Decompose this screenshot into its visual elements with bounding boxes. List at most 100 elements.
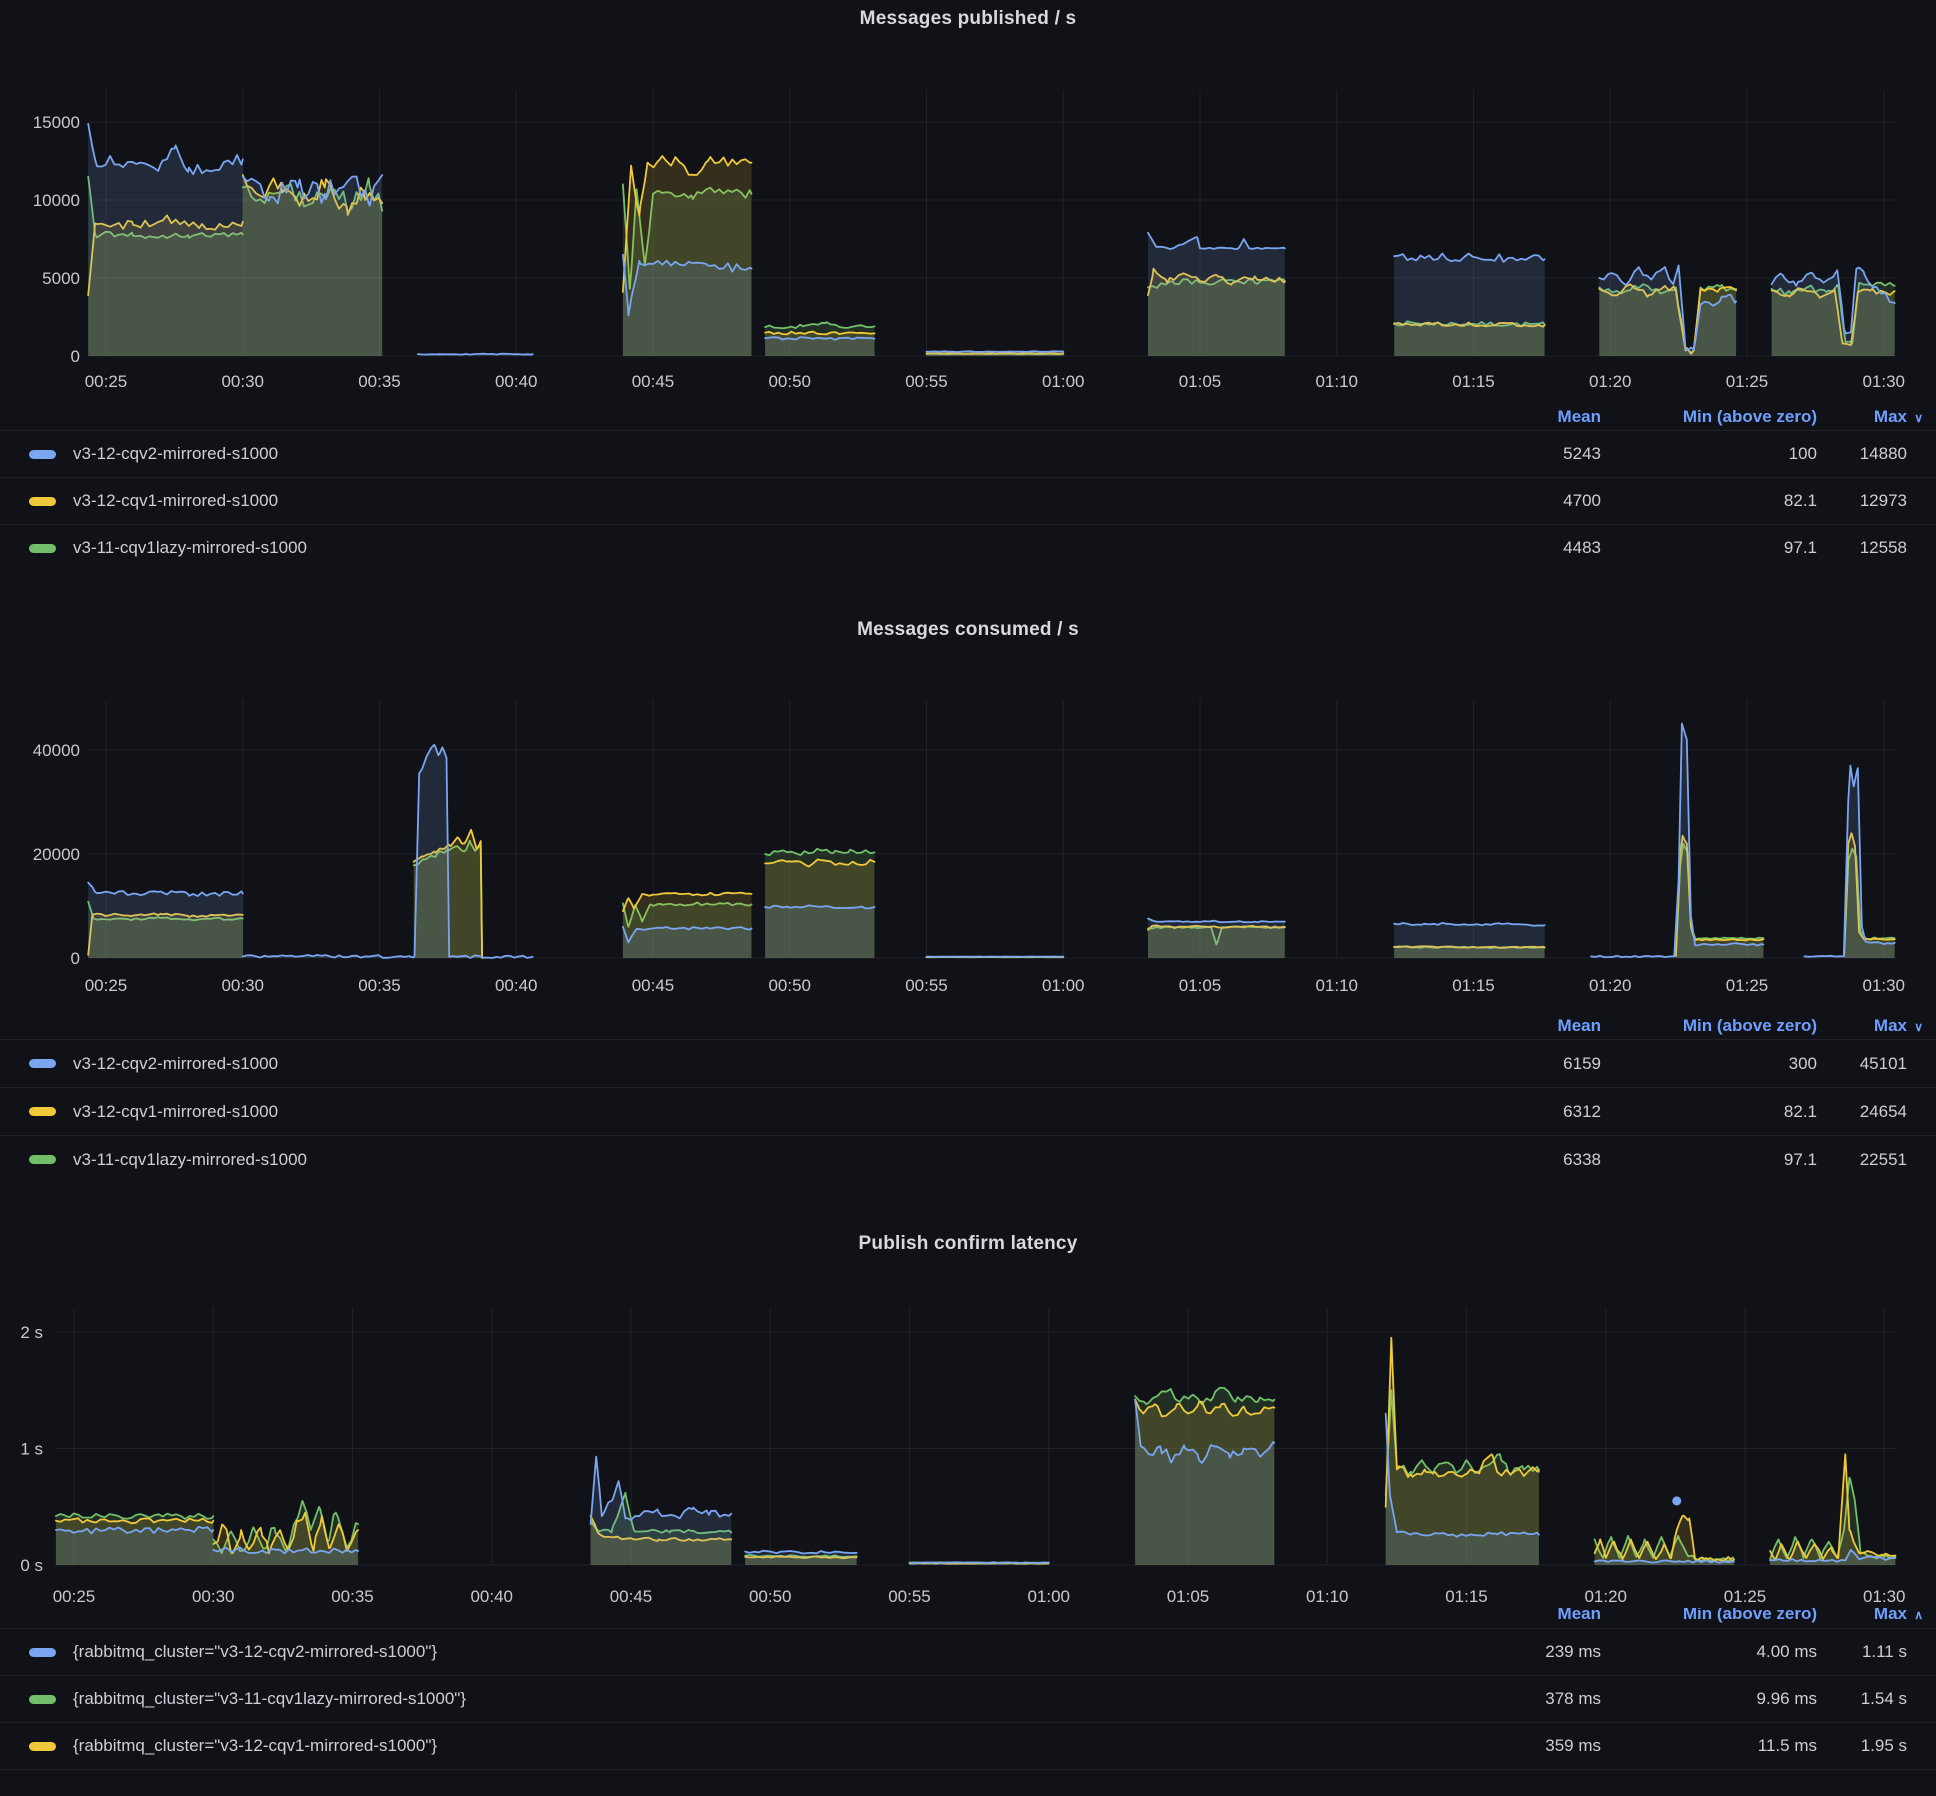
- x-axis-tick-label: 01:20: [1589, 976, 1632, 995]
- x-axis-tick-label: 01:15: [1445, 1587, 1488, 1606]
- series-max-value: 14880: [1817, 444, 1907, 464]
- series-v3-12-cqv2-mirrored-s1000-fill: [765, 905, 874, 958]
- sort-caret-icon: ∧: [1911, 1608, 1923, 1622]
- x-axis-tick-label: 01:00: [1042, 976, 1085, 995]
- series-mean-value: 6338: [1461, 1150, 1601, 1170]
- y-axis-tick-label: 5000: [42, 269, 80, 288]
- series-v3-12-cqv2-mirrored-s1000-fill: [1148, 233, 1285, 356]
- x-axis-tick-label: 01:05: [1179, 372, 1222, 391]
- x-axis-tick-label: 00:50: [768, 372, 811, 391]
- legend-row: v3-11-cqv1lazy-mirrored-s1000 4483 97.1 …: [0, 524, 1936, 571]
- legend-header-max-label: Max: [1874, 407, 1907, 426]
- x-axis-tick-label: 01:25: [1726, 976, 1769, 995]
- legend-header-min[interactable]: Min (above zero): [1601, 1608, 1817, 1624]
- series-label[interactable]: v3-12-cqv1-mirrored-s1000: [73, 491, 1461, 511]
- legend-header-min[interactable]: Min (above zero): [1601, 1016, 1817, 1036]
- sort-caret-icon: ∨: [1911, 1020, 1923, 1034]
- x-axis-tick-label: 00:35: [358, 372, 401, 391]
- panel-title[interactable]: Messages consumed / s: [0, 619, 1936, 641]
- series-v3-12-cqv2-mirrored-s1000-line: [418, 354, 533, 355]
- x-axis-tick-label: 00:50: [768, 976, 811, 995]
- y-axis-tick-label: 10000: [33, 191, 80, 210]
- series-color-swatch: [29, 1742, 56, 1751]
- x-axis-tick-label: 01:25: [1724, 1587, 1767, 1606]
- legend-row: {rabbitmq_cluster="v3-12-cqv2-mirrored-s…: [0, 1628, 1936, 1675]
- series-mean-value: 4700: [1461, 491, 1601, 511]
- series-label[interactable]: v3-12-cqv2-mirrored-s1000: [73, 1054, 1461, 1074]
- series-max-value: 1.11 s: [1817, 1642, 1907, 1662]
- legend-header: Mean Min (above zero) Max∨: [0, 404, 1936, 430]
- series-v3-12-cqv2-mirrored-s1000-fill: [1772, 268, 1895, 356]
- legend-header-max[interactable]: Max∨: [1817, 407, 1907, 427]
- series-label[interactable]: v3-11-cqv1lazy-mirrored-s1000: [73, 538, 1461, 558]
- series-min-value: 82.1: [1601, 491, 1817, 511]
- legend-header-mean[interactable]: Mean: [1461, 1016, 1601, 1036]
- legend-messages-consumed: Mean Min (above zero) Max∨ v3-12-cqv2-mi…: [0, 1013, 1936, 1183]
- y-axis-tick-label: 20000: [33, 845, 80, 864]
- x-axis-tick-label: 00:30: [221, 976, 264, 995]
- x-axis-tick-label: 00:45: [610, 1587, 653, 1606]
- series-label[interactable]: {rabbitmq_cluster="v3-12-cqv1-mirrored-s…: [73, 1736, 1461, 1756]
- x-axis-tick-label: 00:40: [495, 372, 538, 391]
- series-v3-12-cqv2-mirrored-s1000-fill: [1394, 254, 1544, 357]
- x-axis-tick-label: 01:30: [1863, 1587, 1906, 1606]
- series-v3-12-cqv2-mirrored-s1000-fill: [1394, 923, 1544, 958]
- series-mean-value: 378 ms: [1461, 1689, 1601, 1709]
- legend-row: v3-12-cqv1-mirrored-s1000 6312 82.1 2465…: [0, 1087, 1936, 1135]
- series-v3-12-cqv2-mirrored-s1000-line: [1148, 233, 1285, 249]
- legend-row: v3-12-cqv2-mirrored-s1000 5243 100 14880: [0, 430, 1936, 477]
- series-label[interactable]: {rabbitmq_cluster="v3-11-cqv1lazy-mirror…: [73, 1689, 1461, 1709]
- series-color-swatch: [29, 1695, 56, 1704]
- y-axis-tick-label: 1 s: [20, 1440, 43, 1459]
- legend-header-mean[interactable]: Mean: [1461, 407, 1601, 427]
- legend-row: {rabbitmq_cluster="v3-12-cqv1-mirrored-s…: [0, 1722, 1936, 1769]
- series-max-value: 1.95 s: [1817, 1736, 1907, 1756]
- y-axis-tick-label: 0: [71, 347, 80, 366]
- x-axis-tick-label: 01:15: [1452, 372, 1495, 391]
- series-label[interactable]: v3-12-cqv2-mirrored-s1000: [73, 444, 1461, 464]
- y-axis-tick-label: 40000: [33, 741, 80, 760]
- series-min-value: 97.1: [1601, 538, 1817, 558]
- legend-header-min[interactable]: Min (above zero): [1601, 407, 1817, 427]
- series-cqv1-latency-line: [1770, 1454, 1895, 1559]
- x-axis-tick-label: 01:10: [1306, 1587, 1349, 1606]
- x-axis-tick-label: 01:30: [1862, 976, 1905, 995]
- chart-panel-1: 05000100001500000:2500:3000:3500:4000:45…: [33, 90, 1905, 391]
- legend-header-mean[interactable]: Mean: [1461, 1608, 1601, 1624]
- panel-title[interactable]: Publish confirm latency: [0, 1233, 1936, 1255]
- chart-panel-3: 0 s1 s2 s00:2500:3000:3500:4000:4500:500…: [20, 1308, 1905, 1606]
- y-axis-tick-label: 15000: [33, 113, 80, 132]
- legend-publish-confirm-latency: Mean Min (above zero) Max∧ {rabbitmq_clu…: [0, 1608, 1936, 1770]
- series-color-swatch: [29, 497, 56, 506]
- series-color-swatch: [29, 1059, 56, 1068]
- x-axis-tick-label: 01:10: [1315, 372, 1358, 391]
- x-axis-tick-label: 01:20: [1589, 372, 1632, 391]
- series-label[interactable]: v3-11-cqv1lazy-mirrored-s1000: [73, 1150, 1461, 1170]
- chart-panel-2: 0200004000000:2500:3000:3500:4000:4500:5…: [33, 700, 1905, 995]
- x-axis-tick-label: 00:40: [495, 976, 538, 995]
- series-label[interactable]: {rabbitmq_cluster="v3-12-cqv2-mirrored-s…: [73, 1642, 1461, 1662]
- series-color-swatch: [29, 1648, 56, 1657]
- x-axis-tick-label: 00:30: [192, 1587, 235, 1606]
- x-axis-tick-label: 00:35: [331, 1587, 374, 1606]
- series-min-value: 82.1: [1601, 1102, 1817, 1122]
- x-axis-tick-label: 00:25: [85, 372, 128, 391]
- series-lazy-latency-line: [1770, 1478, 1895, 1560]
- legend-header: Mean Min (above zero) Max∨: [0, 1013, 1936, 1039]
- series-v3-12-cqv2-mirrored-s1000-line: [243, 745, 533, 958]
- x-axis-tick-label: 00:40: [470, 1587, 513, 1606]
- y-axis-tick-label: 0: [71, 949, 80, 968]
- legend-row: v3-11-cqv1lazy-mirrored-s1000 6338 97.1 …: [0, 1135, 1936, 1183]
- series-min-value: 4.00 ms: [1601, 1642, 1817, 1662]
- y-axis-tick-label: 0 s: [20, 1556, 43, 1575]
- panel-title[interactable]: Messages published / s: [0, 8, 1936, 30]
- series-cqv2-latency-line: [910, 1562, 1049, 1563]
- legend-messages-published: Mean Min (above zero) Max∨ v3-12-cqv2-mi…: [0, 404, 1936, 571]
- x-axis-tick-label: 01:15: [1452, 976, 1495, 995]
- x-axis-tick-label: 00:45: [632, 372, 675, 391]
- series-label[interactable]: v3-12-cqv1-mirrored-s1000: [73, 1102, 1461, 1122]
- legend-header-max[interactable]: Max∧: [1817, 1608, 1907, 1624]
- series-cqv1-latency-fill: [1595, 1516, 1734, 1565]
- timeseries-charts-canvas[interactable]: 0 5000 10000 15000 00:25 00:30 00:35 00:40 00:45…: [0, 0, 1936, 1796]
- legend-header-max[interactable]: Max∨: [1817, 1016, 1907, 1036]
